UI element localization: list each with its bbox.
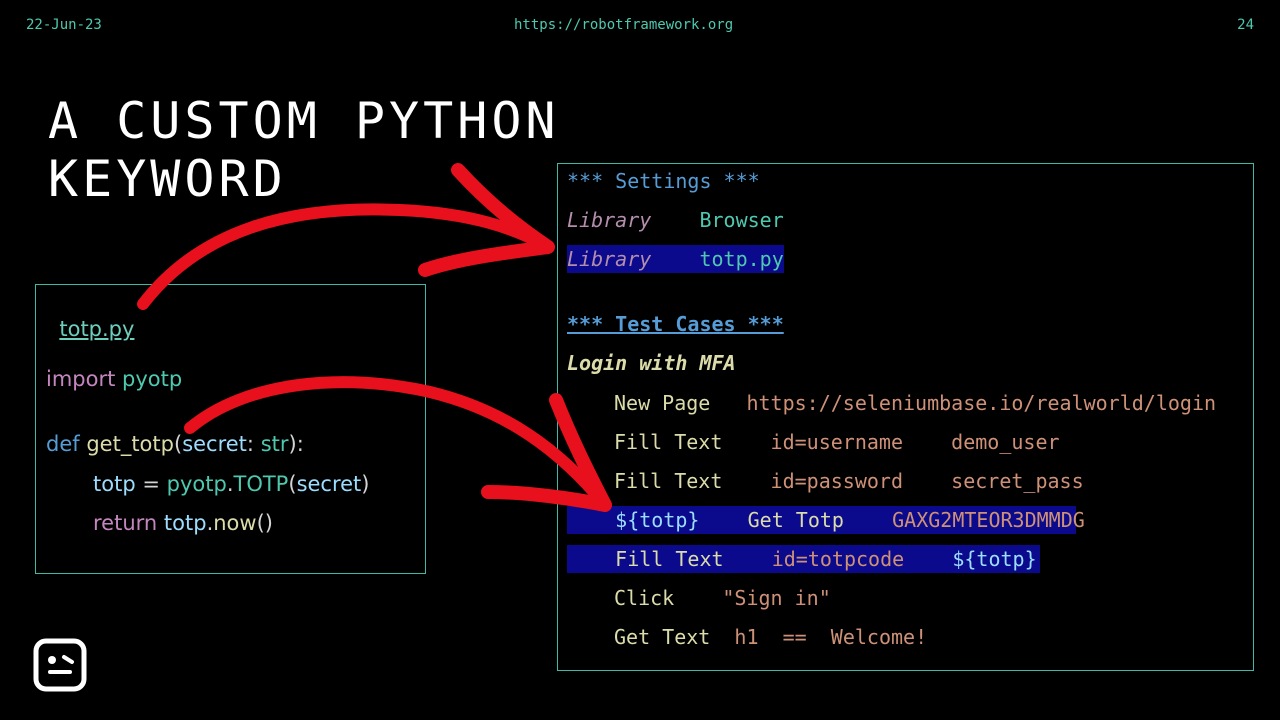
arrows-layer bbox=[137, 163, 612, 512]
arrow-icon bbox=[184, 376, 611, 511]
robot-logo-icon bbox=[33, 638, 87, 692]
